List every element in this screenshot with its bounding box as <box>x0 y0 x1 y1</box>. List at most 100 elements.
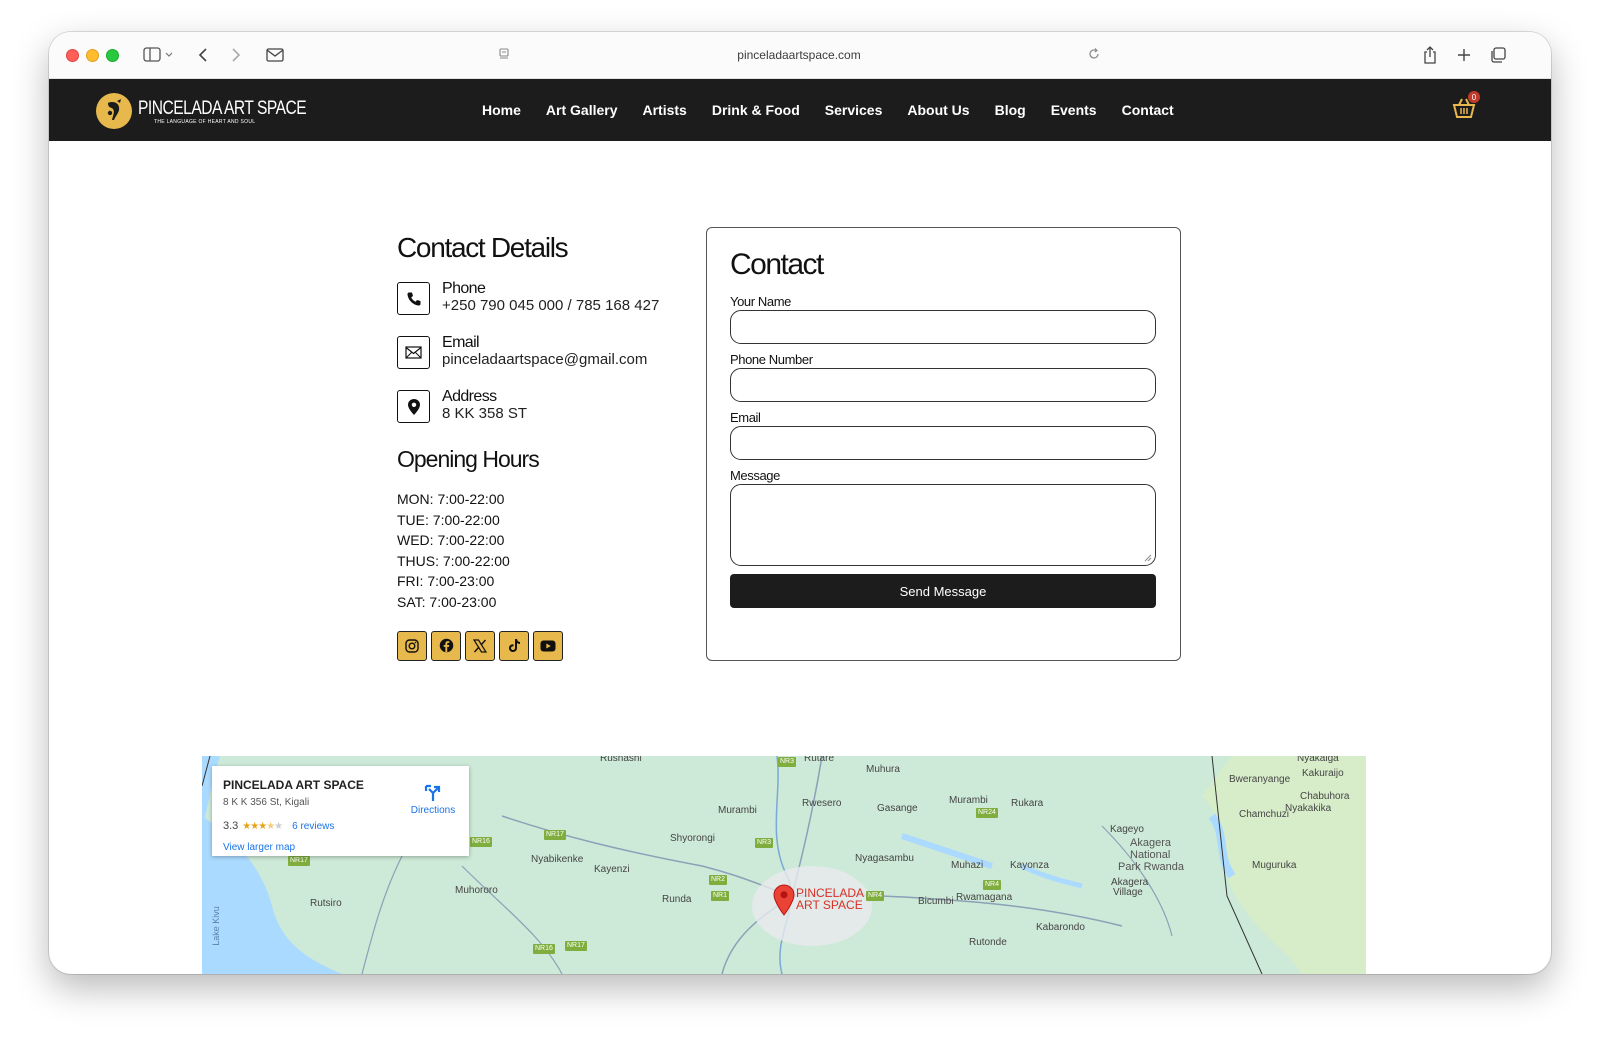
forward-icon[interactable] <box>223 43 247 67</box>
nav-drink-food[interactable]: Drink & Food <box>712 102 800 118</box>
contact-item-address: Address 8 KK 358 ST <box>397 388 697 442</box>
opening-hours-heading: Opening Hours <box>397 446 540 472</box>
nav-home[interactable]: Home <box>482 102 521 118</box>
map-place: Runda <box>662 894 692 905</box>
map-place: Bweranyange <box>1229 774 1291 785</box>
rating-stars-icon: ★★★★★ <box>242 820 283 832</box>
url-text: pinceladaartspace.com <box>737 48 861 62</box>
map-place: Murambi <box>949 795 988 806</box>
email-field[interactable] <box>730 426 1156 460</box>
map-place: Chamchuzi <box>1239 809 1290 820</box>
cart-count-badge: 0 <box>1468 91 1480 103</box>
directions-label: Directions <box>410 805 456 816</box>
hours-wednesday: WED: 7:00-22:00 <box>397 532 505 549</box>
map-place: Nyagasambu <box>855 853 914 864</box>
phone-field-label: Phone Number <box>730 352 813 367</box>
hours-monday: MON: 7:00-22:00 <box>397 491 505 507</box>
map-place: Rwamagana <box>956 892 1013 903</box>
cart-button[interactable]: 0 <box>1452 91 1480 121</box>
youtube-icon[interactable] <box>533 630 563 661</box>
email-label: Email <box>442 334 480 351</box>
map-place: Kabarondo <box>1036 922 1085 933</box>
browser-toolbar: pinceladaartspace.com <box>49 32 1551 79</box>
map-place: Kakuraijo <box>1302 768 1344 779</box>
site-logo[interactable]: PINCELADA ART SPACE THE LANGUAGE OF HEAR… <box>96 93 343 129</box>
nav-events[interactable]: Events <box>1051 102 1097 118</box>
map-place: Gasange <box>877 803 918 814</box>
nav-contact[interactable]: Contact <box>1122 102 1174 118</box>
hours-friday: FRI: 7:00-23:00 <box>397 573 495 590</box>
contact-item-phone: Phone +250 790 045 000 / 785 168 427 <box>397 280 697 334</box>
nav-artists[interactable]: Artists <box>643 102 687 118</box>
tiktok-icon[interactable] <box>499 630 529 661</box>
contact-form-heading: Contact <box>730 248 824 281</box>
highway-badge: NR24 <box>976 808 998 818</box>
social-links <box>397 630 697 661</box>
map-place: Muhazi <box>951 860 984 871</box>
location-pin-icon <box>397 390 430 423</box>
tab-overview-icon[interactable] <box>1486 43 1510 67</box>
map-place: Nyabikenke <box>531 854 584 865</box>
map-place: Lake Kivu <box>210 906 221 946</box>
map-place: Rutare <box>804 756 835 764</box>
nav-blog[interactable]: Blog <box>995 102 1026 118</box>
sidebar-toggle-icon[interactable] <box>138 43 178 67</box>
contact-details: Contact Details Phone +250 790 045 000 /… <box>397 232 697 661</box>
map-place: Rwesero <box>802 798 842 809</box>
nav-art-gallery[interactable]: Art Gallery <box>546 102 618 118</box>
highway-badge: NR16 <box>533 944 555 954</box>
map-place: Rukara <box>1011 798 1044 809</box>
phone-field[interactable] <box>730 368 1156 402</box>
map-marker-icon[interactable] <box>773 884 795 921</box>
rating-value: 3.3 <box>223 820 239 832</box>
map-place: Nyakaiga <box>1297 756 1339 764</box>
send-message-button[interactable]: Send Message <box>730 574 1156 608</box>
address-bar[interactable]: pinceladaartspace.com <box>489 41 1109 69</box>
highway-badge: NR1 <box>711 891 730 901</box>
highway-badge: NR17 <box>565 941 587 951</box>
email-value[interactable]: pinceladaartspace@gmail.com <box>442 351 647 368</box>
resize-handle-icon[interactable] <box>1144 554 1152 562</box>
map-place: Kayenzi <box>594 864 630 875</box>
zoom-window-button[interactable] <box>106 49 119 62</box>
contact-form: Contact Your Name Phone Number Email Mes… <box>706 227 1181 661</box>
new-tab-icon[interactable] <box>1452 43 1476 67</box>
message-field[interactable] <box>730 484 1156 566</box>
mail-icon[interactable] <box>263 43 287 67</box>
x-icon[interactable] <box>465 630 495 661</box>
map-place: National <box>1130 849 1171 861</box>
back-icon[interactable] <box>192 43 216 67</box>
share-icon[interactable] <box>1418 43 1442 67</box>
map-place: Murambi <box>718 805 757 816</box>
highway-badge: NR16 <box>470 837 492 847</box>
view-larger-map-link[interactable]: View larger map <box>223 842 458 853</box>
directions-button[interactable]: Directions <box>408 784 458 816</box>
nav-services[interactable]: Services <box>825 102 883 118</box>
location-map[interactable]: Rushashi Rutare Muhura Nyakaiga Kakuraij… <box>202 756 1366 974</box>
map-place: Rutonde <box>969 937 1007 948</box>
map-marker-label: PINCELADA ART SPACE <box>796 886 865 912</box>
close-window-button[interactable] <box>66 49 79 62</box>
instagram-icon[interactable] <box>397 630 427 661</box>
minimize-window-button[interactable] <box>86 49 99 62</box>
address-value: 8 KK 358 ST <box>442 405 528 422</box>
address-label: Address <box>442 388 497 405</box>
map-place-card: PINCELADA ART SPACE 8 K K 356 St, Kigali… <box>212 766 469 856</box>
page-settings-icon[interactable] <box>497 47 511 64</box>
nav-about-us[interactable]: About Us <box>907 102 969 118</box>
logo-brush-icon <box>96 93 132 129</box>
map-place: Muguruka <box>1252 860 1297 871</box>
highway-badge: NR4 <box>866 891 885 901</box>
map-place: Kageyo <box>1110 824 1144 835</box>
facebook-icon[interactable] <box>431 630 461 661</box>
name-field[interactable] <box>730 310 1156 344</box>
highway-badge: NR3 <box>778 757 797 767</box>
phone-value[interactable]: +250 790 045 000 / 785 168 427 <box>442 297 659 314</box>
message-field-label: Message <box>730 468 780 483</box>
map-place: Muhura <box>866 764 900 775</box>
reviews-link[interactable]: 6 reviews <box>292 821 334 832</box>
main-nav: Home Art Gallery Artists Drink & Food Se… <box>482 79 1174 141</box>
reload-icon[interactable] <box>1087 47 1101 64</box>
map-place: Muhororo <box>455 885 498 896</box>
highway-badge: NR4 <box>983 880 1002 890</box>
